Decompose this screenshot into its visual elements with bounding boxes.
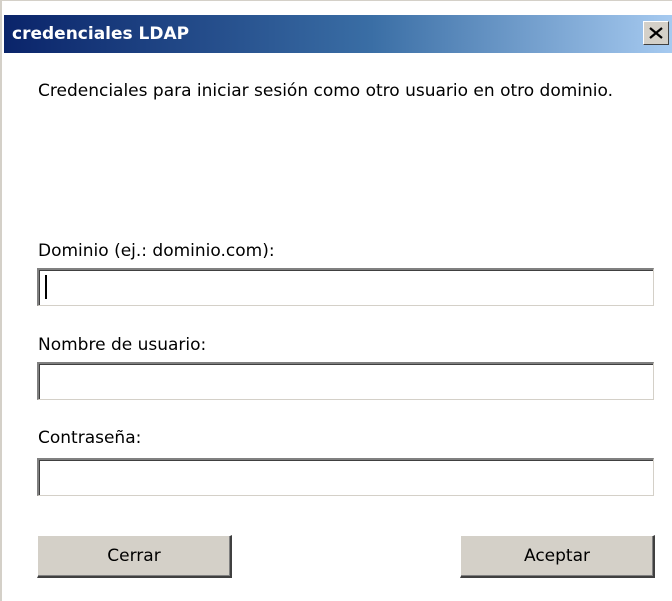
domain-label: Dominio (ej.: dominio.com): bbox=[38, 241, 275, 261]
text-caret bbox=[45, 275, 47, 299]
username-input[interactable] bbox=[37, 362, 654, 400]
password-input[interactable] bbox=[37, 458, 654, 496]
dialog-message: Credenciales para iniciar sesión como ot… bbox=[38, 81, 614, 101]
title-close-button[interactable] bbox=[643, 21, 669, 45]
ldap-credentials-dialog: credenciales LDAP Credenciales para inic… bbox=[0, 0, 672, 601]
close-icon bbox=[649, 27, 663, 39]
title-bar[interactable]: credenciales LDAP bbox=[4, 15, 672, 53]
cerrar-button[interactable]: Cerrar bbox=[37, 535, 232, 578]
aceptar-button[interactable]: Aceptar bbox=[460, 535, 655, 578]
username-label: Nombre de usuario: bbox=[38, 335, 207, 355]
domain-input[interactable] bbox=[37, 268, 654, 306]
password-label: Contraseña: bbox=[38, 428, 142, 448]
dialog-title: credenciales LDAP bbox=[12, 24, 190, 44]
